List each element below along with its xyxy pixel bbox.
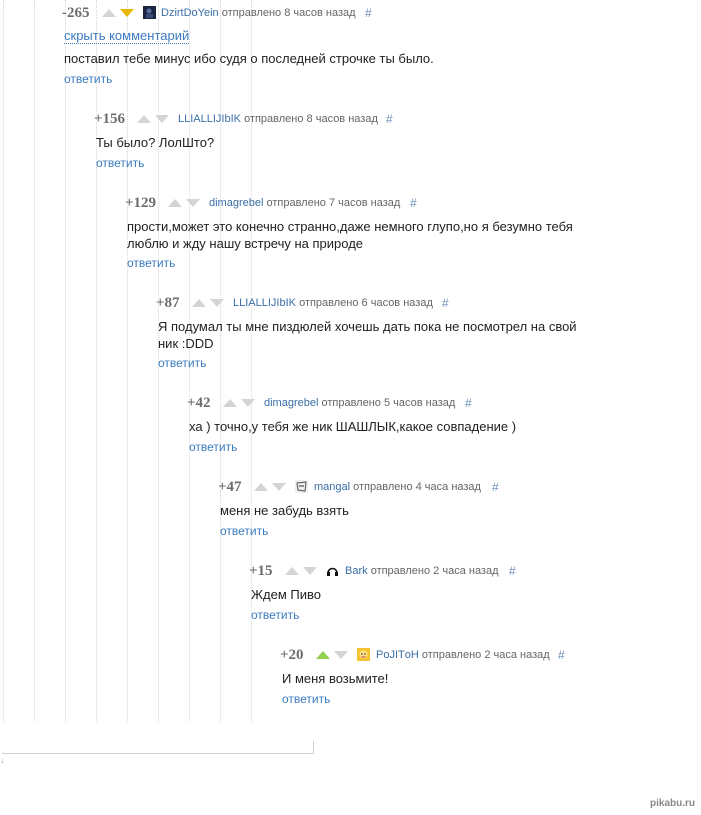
- reply-link[interactable]: ответить: [282, 692, 330, 706]
- comment-text: меня не забудь взять: [220, 503, 349, 518]
- comment: +42 dimagrebel отправлено 5 часов назад …: [187, 395, 687, 456]
- downvote-arrow-icon[interactable]: [334, 651, 348, 659]
- username-link[interactable]: dimagrebel: [209, 197, 263, 209]
- permalink-hash[interactable]: #: [442, 296, 449, 310]
- dark-avatar-icon: [143, 6, 156, 19]
- comment-time: отправлено 8 часов назад: [244, 113, 378, 125]
- downvote-arrow-icon[interactable]: [155, 115, 169, 123]
- comment-meta: Bark отправлено 2 часа назад: [345, 565, 499, 577]
- reply-link[interactable]: ответить: [189, 440, 237, 454]
- comment-time: отправлено 2 часа назад: [370, 565, 499, 577]
- comment-text: Я подумал ты мне пиздюлей хочешь дать по…: [158, 318, 577, 352]
- username-link[interactable]: DzirtDoYein: [161, 7, 219, 19]
- comment-rating: -265: [62, 5, 90, 21]
- reply-link[interactable]: ответить: [64, 72, 112, 86]
- upvote-arrow-icon[interactable]: [168, 199, 182, 207]
- username-link[interactable]: PoJITоH: [376, 649, 419, 661]
- comment-rating: +42: [187, 395, 211, 411]
- comment-time: отправлено 2 часа назад: [421, 649, 550, 661]
- reply-link[interactable]: ответить: [220, 524, 268, 538]
- comment-rating: +87: [156, 295, 180, 311]
- comment-time: отправлено 7 часов назад: [266, 197, 401, 209]
- downvote-arrow-icon[interactable]: [120, 9, 134, 17]
- username-link[interactable]: LLIALLIJIbIK: [178, 113, 241, 125]
- comment-meta: DzirtDoYein отправлено 8 часов назад: [161, 7, 356, 19]
- permalink-hash[interactable]: #: [410, 196, 417, 210]
- comment-time: отправлено 8 часов назад: [221, 7, 356, 19]
- headphones-avatar-icon: [326, 564, 339, 577]
- downvote-arrow-icon[interactable]: [186, 199, 200, 207]
- username-link[interactable]: Bark: [345, 565, 368, 577]
- resize-corner-icon: ↓: [0, 755, 5, 765]
- downvote-arrow-icon[interactable]: [303, 567, 317, 575]
- reply-link[interactable]: ответить: [158, 356, 206, 370]
- comment: +156 LLIALLIJIbIK отправлено 8 часов наз…: [94, 111, 684, 172]
- comment-rating: +47: [218, 479, 242, 495]
- reply-link[interactable]: ответить: [251, 608, 299, 622]
- permalink-hash[interactable]: #: [386, 112, 393, 126]
- username-link[interactable]: LLIALLIJIbIK: [233, 297, 296, 309]
- comment-rating: +156: [94, 111, 126, 127]
- comment: +20 PoJITоH отправлено 2 часа назад # И …: [280, 647, 690, 708]
- downvote-arrow-icon[interactable]: [241, 399, 255, 407]
- thread-line: [3, 0, 4, 722]
- comment: +87 LLIALLIJIbIK отправлено 6 часов наза…: [156, 295, 686, 372]
- comment-time: отправлено 5 часов назад: [321, 397, 456, 409]
- thread-line: [34, 0, 35, 722]
- sketch-avatar-icon: [295, 480, 308, 493]
- reply-link[interactable]: ответить: [127, 256, 175, 270]
- watermark: pikabu.ru: [649, 798, 695, 809]
- comment-text: Ждем Пиво: [251, 587, 321, 602]
- comment-meta: LLIALLIJIbIK отправлено 6 часов назад: [233, 297, 433, 309]
- thread-line: [96, 0, 97, 722]
- downvote-arrow-icon[interactable]: [272, 483, 286, 491]
- permalink-hash[interactable]: #: [509, 564, 516, 578]
- comment-meta: mangal отправлено 4 часа назад: [314, 481, 481, 493]
- comment-rating: +129: [125, 195, 157, 211]
- comment-text: поставил тебе минус ибо судя о последней…: [64, 51, 434, 66]
- comment-text-line: ник :DDD: [158, 336, 214, 351]
- permalink-hash[interactable]: #: [365, 6, 372, 20]
- comment-rating: +20: [280, 647, 304, 663]
- comment-time: отправлено 6 часов назад: [299, 297, 433, 309]
- comment-text: ха ) точно,у тебя же ник ШАШЛЫК,какое со…: [189, 419, 517, 434]
- upvote-arrow-icon[interactable]: [192, 299, 206, 307]
- permalink-hash[interactable]: #: [492, 480, 499, 494]
- comment-meta: dimagrebel отправлено 5 часов назад: [264, 397, 455, 409]
- permalink-hash[interactable]: #: [465, 396, 472, 410]
- thread-line: [127, 0, 128, 722]
- comment-meta: dimagrebel отправлено 7 часов назад: [209, 197, 400, 209]
- comment-time: отправлено 4 часа назад: [353, 481, 481, 493]
- downvote-arrow-icon[interactable]: [210, 299, 224, 307]
- username-link[interactable]: dimagrebel: [264, 397, 318, 409]
- permalink-hash[interactable]: #: [558, 648, 565, 662]
- upvote-arrow-icon[interactable]: [223, 399, 237, 407]
- reply-link[interactable]: ответить: [96, 156, 144, 170]
- comment-meta: PoJITоH отправлено 2 часа назад: [376, 649, 550, 661]
- comment-text: Ты было? ЛолШто?: [96, 135, 215, 150]
- upvote-arrow-icon[interactable]: [254, 483, 268, 491]
- cartoon-avatar-icon: [357, 648, 370, 661]
- comment-text: прости,может это конечно странно,даже не…: [127, 218, 573, 252]
- upvote-arrow-icon[interactable]: [102, 9, 116, 17]
- upvote-arrow-icon[interactable]: [316, 651, 330, 659]
- comment-text-line: Я подумал ты мне пиздюлей хочешь дать по…: [158, 319, 577, 334]
- comment: +47 mangal отправлено 4 часа назад # мен…: [218, 479, 688, 540]
- comment: +15 Bark отправлено 2 часа назад # Ждем …: [249, 563, 689, 624]
- upvote-arrow-icon[interactable]: [137, 115, 151, 123]
- thread-line: [65, 0, 66, 722]
- comment-rating: +15: [249, 563, 273, 579]
- comment: +129 dimagrebel отправлено 7 часов назад…: [125, 195, 685, 274]
- upvote-arrow-icon[interactable]: [285, 567, 299, 575]
- comment-text-line: прости,может это конечно странно,даже не…: [127, 219, 573, 234]
- comment: -265 DzirtDoYein отправлено 8 часов наза…: [62, 5, 682, 88]
- hide-comment-link[interactable]: скрыть комментарий: [64, 28, 190, 44]
- username-link[interactable]: mangal: [314, 481, 350, 493]
- comment-text-line: люблю и жду нашу встречу на природе: [127, 236, 364, 251]
- comment-text: И меня возьмите!: [282, 671, 389, 686]
- comment-meta: LLIALLIJIbIK отправлено 8 часов назад: [178, 113, 378, 125]
- reply-box-frame: [2, 741, 314, 754]
